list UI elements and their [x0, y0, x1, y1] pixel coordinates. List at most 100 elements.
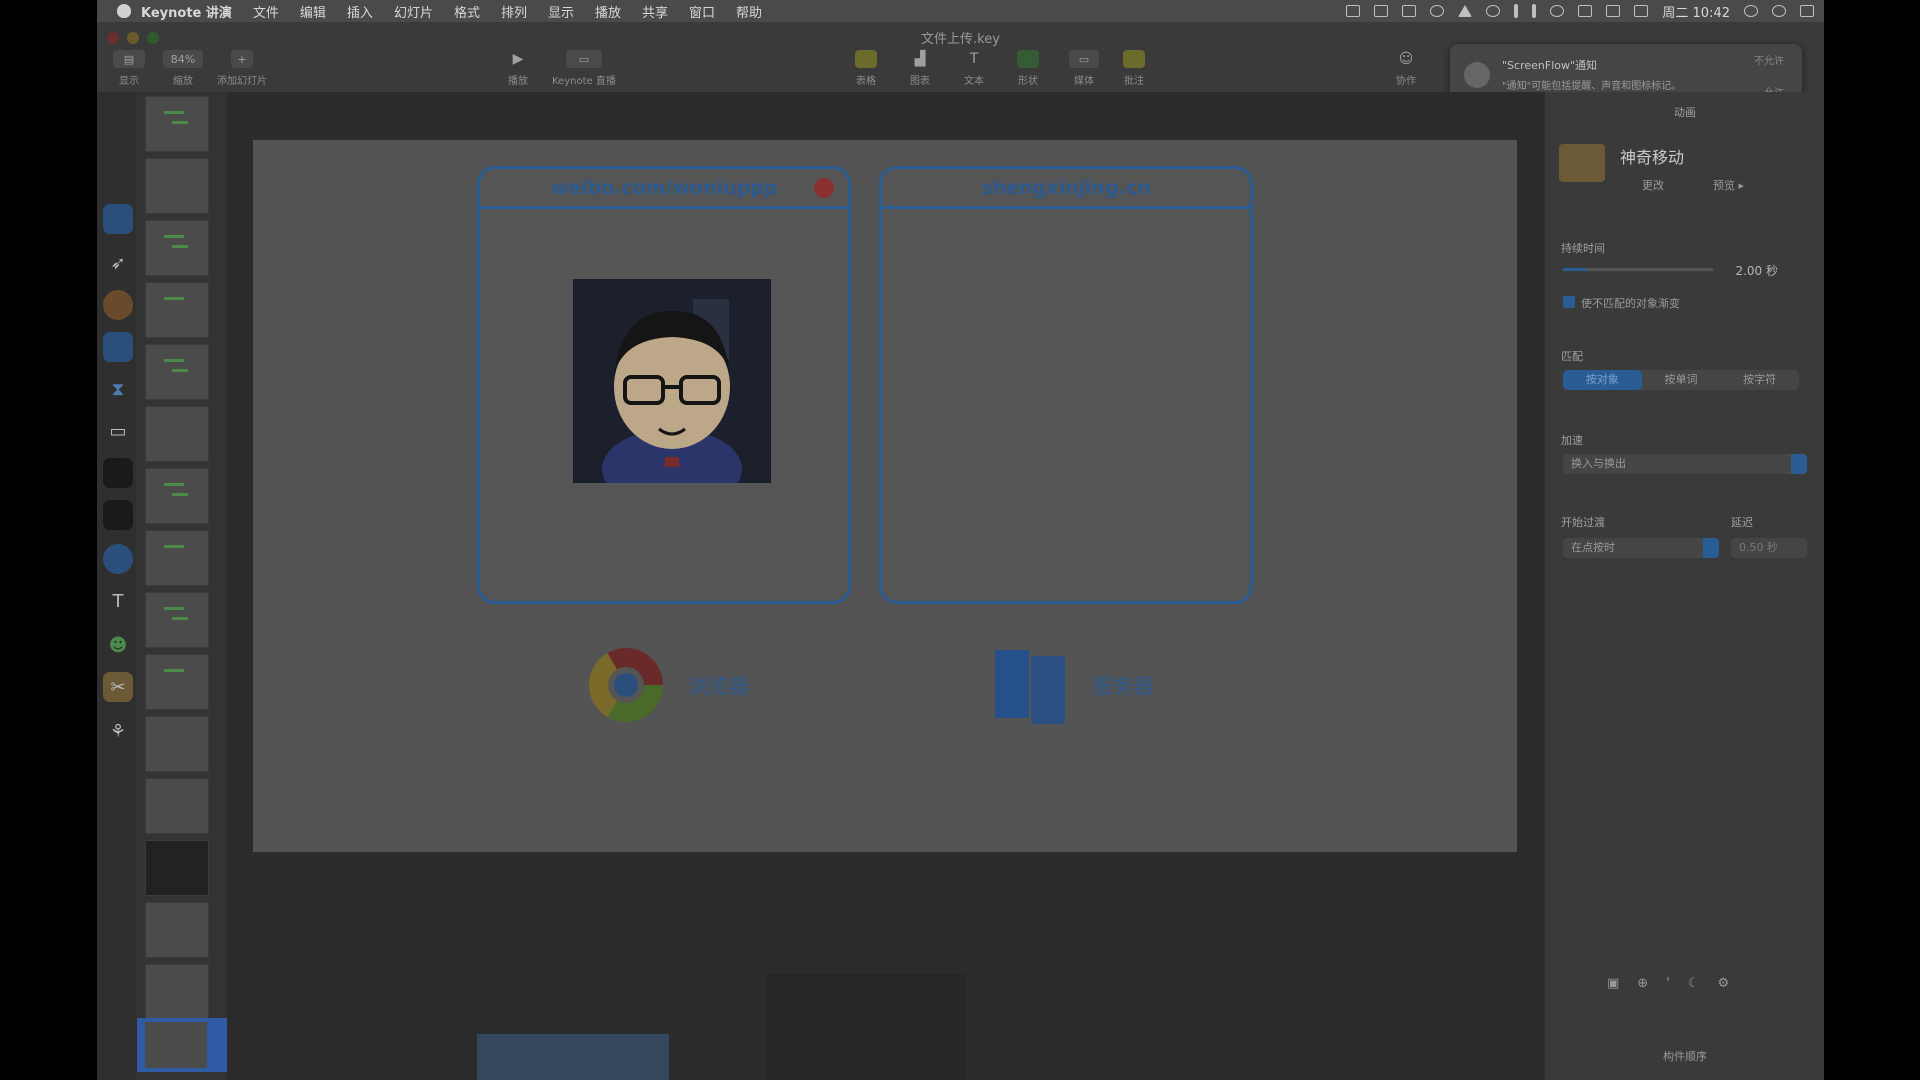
slide-thumbnail[interactable] — [145, 716, 209, 772]
inspector-bottom-tools: ▣ ⊕ ' ☾ ⚙ — [1607, 976, 1729, 991]
server-label: 服务器 — [1093, 674, 1153, 698]
menu-slide[interactable]: 幻灯片 — [394, 2, 433, 21]
slide-thumbnail[interactable] — [145, 654, 209, 710]
menu-view[interactable]: 显示 — [548, 2, 574, 21]
server-card[interactable]: shengxinjing.cn — [879, 166, 1253, 604]
build-order-button[interactable]: 构件顺序 — [1545, 1048, 1824, 1064]
slide-thumbnail[interactable] — [145, 282, 209, 338]
keynote-icon[interactable]: ▭ — [103, 416, 133, 446]
offslide-avatar-image[interactable] — [767, 974, 965, 1080]
qq-icon[interactable] — [103, 544, 133, 574]
media-button[interactable]: ▭ 媒体 — [1069, 50, 1099, 87]
menu-edit[interactable]: 编辑 — [300, 2, 326, 21]
screenshot-tool-icon[interactable]: ✂ — [103, 672, 133, 702]
zoom-menu[interactable]: 84% 缩放 — [163, 50, 203, 87]
input-method-icon[interactable] — [1578, 5, 1593, 17]
menu-play[interactable]: 播放 — [595, 2, 621, 21]
apple-icon[interactable] — [117, 4, 131, 18]
preview-button[interactable]: 预览 ▸ — [1713, 177, 1744, 193]
menu-share[interactable]: 共享 — [642, 2, 668, 21]
launchpad-icon[interactable]: ➶ — [103, 248, 133, 278]
battery-icon[interactable] — [1634, 5, 1649, 17]
collaborate-button[interactable]: ☺ 协作 — [1395, 50, 1417, 87]
slide-thumbnail[interactable] — [145, 902, 209, 958]
slide-thumbnail[interactable] — [145, 158, 209, 214]
slide-thumbnail[interactable] — [145, 344, 209, 400]
view-button[interactable]: ▤ 显示 — [113, 50, 145, 87]
screen-record-icon[interactable] — [1374, 5, 1389, 17]
iterm-icon[interactable] — [103, 500, 133, 530]
drive-icon[interactable] — [1458, 5, 1473, 17]
start-transition-select[interactable]: 在点按时 — [1563, 538, 1719, 558]
shield-icon[interactable]: ▣ — [1607, 976, 1619, 991]
gear-icon[interactable]: ⚙ — [1717, 976, 1729, 991]
table-button[interactable]: 表格 — [855, 50, 877, 87]
wifi-icon[interactable] — [1550, 5, 1565, 17]
flow-icon[interactable]: ⚘ — [103, 716, 133, 746]
slide-thumbnail[interactable] — [145, 406, 209, 462]
match-by-object[interactable]: 按对象 — [1563, 370, 1642, 390]
browser-card[interactable]: weibo.com/woniuppp — [477, 166, 851, 604]
match-by-character[interactable]: 按字符 — [1720, 370, 1799, 390]
slide-canvas[interactable]: weibo.com/woniuppp shengxinjing.cn 浏览器 服… — [253, 140, 1517, 852]
match-by-word[interactable]: 按单词 — [1642, 370, 1721, 390]
user-icon[interactable] — [1772, 5, 1786, 17]
typora-icon[interactable]: T — [103, 586, 133, 616]
camera-icon[interactable] — [1346, 5, 1361, 17]
text-icon: T — [969, 51, 979, 67]
vscode-icon[interactable]: ⧗ — [103, 374, 133, 404]
duration-stepper[interactable]: 2.00 秒 — [1693, 262, 1778, 279]
moon-icon[interactable]: ☾ — [1688, 976, 1700, 991]
clock[interactable]: 周二 10:42 — [1662, 2, 1730, 21]
input-method-icon[interactable]: ⊕ — [1637, 976, 1648, 991]
slide-thumbnail[interactable] — [145, 96, 209, 152]
chart-button[interactable]: ▟ 图表 — [909, 50, 931, 87]
search-icon[interactable] — [1744, 5, 1758, 17]
duration-slider[interactable] — [1563, 268, 1713, 271]
app-store-icon[interactable] — [103, 332, 133, 362]
play-button[interactable]: ▶ 播放 — [507, 50, 529, 87]
text-button[interactable]: T 文本 — [963, 50, 985, 87]
terminal-icon[interactable] — [103, 458, 133, 488]
chevron-down-icon — [1703, 538, 1719, 558]
volume-icon[interactable] — [1606, 5, 1621, 17]
punctuation-icon[interactable]: ' — [1666, 976, 1670, 991]
inspector-tab-animate[interactable]: 动画 — [1545, 104, 1824, 120]
slide-thumbnail[interactable] — [145, 592, 209, 648]
circle-icon[interactable] — [1430, 5, 1445, 17]
fade-unmatched-checkbox[interactable] — [1563, 296, 1575, 308]
bluetooth-icon[interactable] — [1532, 4, 1537, 18]
slide-thumbnail[interactable] — [145, 220, 209, 276]
duration-label: 持续时间 — [1561, 242, 1605, 255]
pen-icon[interactable] — [1514, 4, 1519, 18]
change-effect-button[interactable]: 更改 — [1642, 177, 1664, 193]
slide-thumbnail[interactable] — [145, 964, 209, 1020]
delay-stepper[interactable]: 0.50 秒 — [1731, 538, 1807, 558]
menu-window[interactable]: 窗口 — [689, 2, 715, 21]
slide-thumbnail[interactable] — [145, 468, 209, 524]
menu-file[interactable]: 文件 — [253, 2, 279, 21]
menu-arrange[interactable]: 排列 — [501, 2, 527, 21]
slide-thumbnail[interactable] — [145, 840, 209, 896]
plus-icon: + — [231, 50, 253, 68]
slide-thumbnail[interactable] — [145, 778, 209, 834]
cloud-icon[interactable] — [1486, 5, 1501, 17]
image-icon[interactable] — [1402, 5, 1417, 17]
keynote-live-button[interactable]: ▭ Keynote 直播 — [552, 50, 616, 87]
shape-button[interactable]: 形状 — [1017, 50, 1039, 87]
notification-deny-button[interactable]: 不允许 — [1754, 52, 1784, 67]
wechat-icon[interactable]: ☻ — [103, 630, 133, 660]
slide-thumbnail[interactable] — [145, 530, 209, 586]
menu-app-name[interactable]: Keynote 讲演 — [141, 2, 232, 21]
menu-insert[interactable]: 插入 — [347, 2, 373, 21]
avatar-image — [573, 279, 771, 483]
acceleration-select[interactable]: 换入与换出 — [1563, 454, 1807, 474]
menu-help[interactable]: 帮助 — [736, 2, 762, 21]
add-slide-button[interactable]: + 添加幻灯片 — [217, 50, 267, 87]
list-icon[interactable] — [1800, 5, 1814, 17]
chrome-icon[interactable] — [103, 290, 133, 320]
comment-button[interactable]: 批注 — [1123, 50, 1145, 87]
finder-icon[interactable] — [103, 204, 133, 234]
menu-format[interactable]: 格式 — [454, 2, 480, 21]
offslide-shape[interactable] — [477, 1034, 669, 1080]
